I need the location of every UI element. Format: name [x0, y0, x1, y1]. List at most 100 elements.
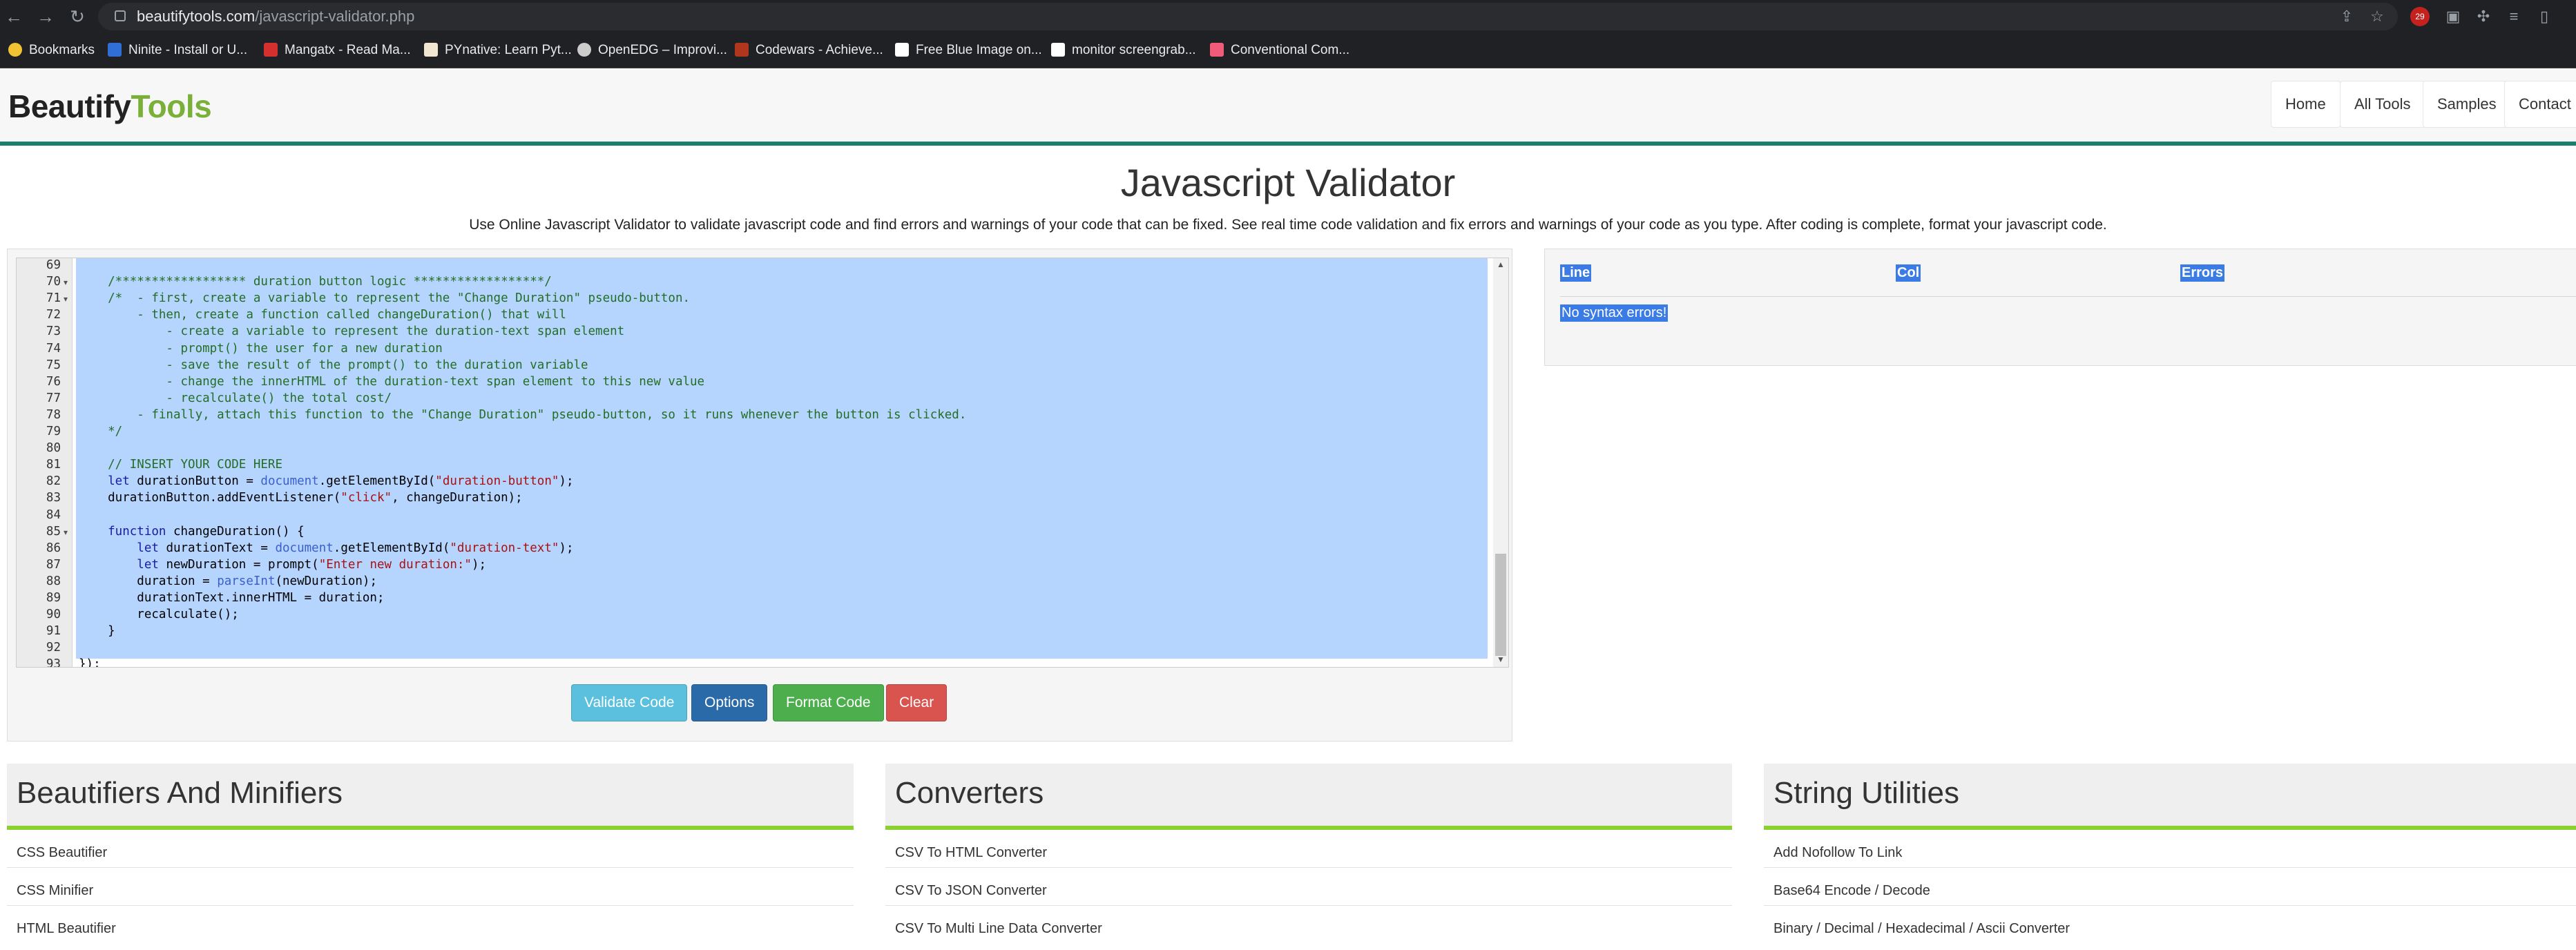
code-editor[interactable]: 69 70 ▾ 71 ▾ 72 73 74 75 76 77 78 79 80 81 82 83 84 85 ▾ 86 8…: [16, 258, 1509, 668]
code-token: newDuration = prompt(: [166, 557, 319, 572]
bookmark-star-icon[interactable]: ☆: [2366, 6, 2388, 28]
site-header: BeautifyTools Home All Tools Samples Con…: [0, 68, 2576, 146]
bookmark-item[interactable]: PYnative: Learn Pyt...: [424, 40, 572, 61]
code-token: parseInt: [217, 574, 276, 588]
code-token: - change the innerHTML of the duration-t…: [79, 374, 705, 389]
tool-link[interactable]: Add Nofollow To Link: [1774, 845, 1902, 861]
site-logo[interactable]: BeautifyTools: [8, 88, 212, 125]
line-number: 70: [46, 275, 61, 289]
bookmark-item[interactable]: Bookmarks: [8, 40, 95, 61]
back-arrow-icon[interactable]: ←: [1, 4, 26, 29]
code-token: durationButton =: [137, 474, 261, 489]
tool-link[interactable]: CSV To HTML Converter: [895, 845, 1047, 861]
forward-arrow-icon[interactable]: →: [33, 4, 58, 29]
bookmark-item[interactable]: Codewars - Achieve...: [735, 40, 883, 61]
tool-link[interactable]: HTML Beautifier: [17, 921, 116, 937]
share-icon[interactable]: ⇪: [2336, 6, 2358, 28]
browser-toolbar: ← → ↻ beautifytools.com/javascript-valid…: [0, 0, 2576, 33]
nav-home[interactable]: Home: [2271, 81, 2340, 128]
line-number: 90: [46, 608, 61, 622]
scroll-up-icon[interactable]: ▲: [1494, 260, 1507, 269]
code-token: /****************** duration button logi…: [79, 275, 552, 289]
pynative-favicon-icon: [424, 43, 438, 57]
code-token: // INSERT YOUR CODE HERE: [79, 458, 283, 472]
card-header: Converters: [885, 764, 1732, 830]
fold-arrow-icon[interactable]: ▾: [64, 278, 68, 287]
category-card-converters: Converters CSV To HTML Converter CSV To …: [885, 764, 1732, 950]
mangatx-favicon-icon: [264, 43, 278, 57]
code-line: - save the result of the prompt() to the…: [79, 358, 588, 372]
code-line: /* - first, create a variable to represe…: [79, 291, 690, 305]
line-number: 81: [46, 458, 61, 472]
code-token: durationText =: [166, 541, 276, 555]
code-token: - save the result of the prompt() to the…: [79, 358, 588, 372]
line-number: 92: [46, 641, 61, 655]
bookmark-item[interactable]: Ninite - Install or U...: [108, 40, 247, 61]
conventional-commits-favicon-icon: [1210, 43, 1224, 57]
openedg-favicon-icon: [577, 43, 591, 57]
code-line: durationButton.addEventListener("click",…: [79, 491, 523, 505]
fold-arrow-icon[interactable]: ▾: [64, 527, 68, 537]
bookmark-item[interactable]: OpenEDG – Improvi...: [577, 40, 727, 61]
divider: [885, 867, 1732, 868]
nav-all-tools[interactable]: All Tools: [2340, 81, 2425, 128]
lock-icon: [115, 10, 126, 21]
tool-link[interactable]: CSV To Multi Line Data Converter: [895, 921, 1102, 937]
editor-scrollbar-thumb[interactable]: [1495, 554, 1506, 656]
code-token: );: [559, 541, 574, 555]
bookmark-item[interactable]: Mangatx - Read Ma...: [264, 40, 411, 61]
bookmark-item[interactable]: Free Blue Image on...: [895, 40, 1042, 61]
validation-message: No syntax errors!: [1560, 304, 1669, 322]
code-token: (newDuration);: [275, 574, 377, 588]
nav-samples[interactable]: Samples: [2423, 81, 2511, 128]
line-number: 86: [46, 541, 61, 555]
code-token: changeDuration() {: [173, 524, 305, 539]
validate-code-button[interactable]: Validate Code: [571, 684, 688, 721]
code-token: /* - first, create a variable to represe…: [79, 291, 691, 306]
options-button[interactable]: Options: [691, 684, 768, 721]
tool-link[interactable]: CSS Minifier: [17, 883, 93, 899]
divider: [7, 905, 854, 906]
image-favicon-icon: [895, 43, 909, 57]
puzzle-extensions-icon[interactable]: ✣: [2472, 6, 2495, 28]
code-line: duration = parseInt(newDuration);: [79, 574, 377, 588]
extension-badge-icon[interactable]: 29: [2410, 7, 2430, 26]
code-token: , changeDuration);: [392, 491, 523, 505]
code-token: - recalculate() the total cost/: [79, 391, 392, 405]
reload-icon[interactable]: ↻: [65, 4, 90, 29]
page-title: Javascript Validator: [1120, 161, 1456, 204]
code-line: - finally, attach this function to the "…: [79, 408, 966, 422]
tool-link[interactable]: Binary / Decimal / Hexadecimal / Ascii C…: [1774, 921, 2070, 937]
bookmark-item[interactable]: Conventional Com...: [1210, 40, 1349, 61]
nav-contact[interactable]: Contact: [2504, 81, 2576, 128]
format-code-button[interactable]: Format Code: [773, 684, 884, 721]
category-card-beautifiers: Beautifiers And Minifiers CSS Beautifier…: [7, 764, 854, 950]
extension-icon[interactable]: ▣: [2442, 6, 2464, 28]
scroll-down-icon[interactable]: ▼: [1494, 655, 1507, 664]
bookmark-item[interactable]: monitor screengrab...: [1051, 40, 1196, 61]
code-token: recalculate();: [79, 608, 239, 622]
line-number: 71: [46, 291, 61, 306]
code-token: document: [260, 474, 319, 489]
tool-link[interactable]: CSV To JSON Converter: [895, 883, 1047, 899]
code-token: .getElementById(: [318, 474, 436, 489]
results-header-col: Col: [1896, 264, 1921, 282]
tool-link[interactable]: CSS Beautifier: [17, 845, 107, 861]
code-token: "duration-text": [450, 541, 559, 555]
fold-arrow-icon[interactable]: ▾: [64, 294, 68, 304]
line-number: 74: [46, 341, 61, 356]
sidebar-icon[interactable]: ▯: [2533, 6, 2555, 28]
code-line: // INSERT YOUR CODE HERE: [79, 458, 282, 472]
tool-link[interactable]: Base64 Encode / Decode: [1774, 883, 1930, 899]
code-token: .getElementById(: [333, 541, 450, 555]
code-token: "click": [340, 491, 392, 505]
bookmark-star-icon: [8, 43, 22, 57]
reading-list-icon[interactable]: ≡: [2503, 6, 2525, 28]
code-token: - then, create a function called changeD…: [79, 308, 566, 322]
code-token: "Enter new duration:": [318, 557, 472, 572]
clear-button[interactable]: Clear: [886, 684, 948, 721]
results-header-line: Line: [1560, 264, 1592, 282]
results-header-errors: Errors: [2180, 264, 2225, 282]
address-bar[interactable]: beautifytools.com/javascript-validator.p…: [98, 3, 2398, 30]
bookmarks-bar: Bookmarks Ninite - Install or U... Manga…: [0, 33, 2576, 68]
